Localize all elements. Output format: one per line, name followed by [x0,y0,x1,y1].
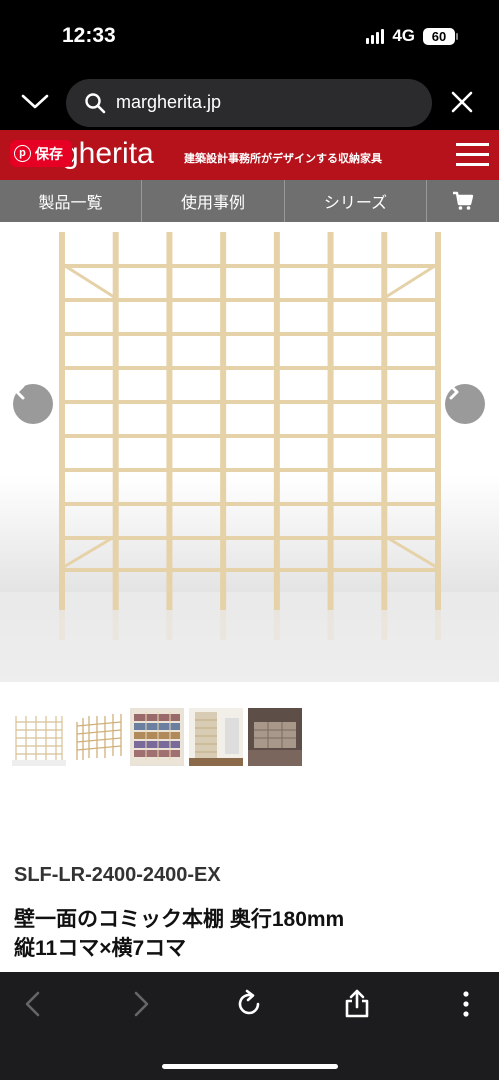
nav-cases[interactable]: 使用事例 [142,180,285,222]
pinterest-icon: p [14,145,31,162]
product-info: SLF-LR-2400-2400-EX 壁一面のコミック本棚 奥行180mm 縦… [0,682,499,972]
browser-toolbar [0,972,499,1080]
address-field[interactable]: margherita.jp [66,79,432,127]
chevron-down-icon[interactable] [20,86,50,116]
carousel-prev-button[interactable] [13,384,53,424]
battery-icon: 60 [423,27,458,45]
home-indicator [162,1064,338,1069]
bookshelf-image [0,232,499,682]
status-indicators: 4G 60 [366,26,458,46]
thumbnail-5[interactable] [248,708,302,766]
network-type: 4G [392,26,415,45]
thumbnail-3[interactable] [130,708,184,766]
site-header: gherita p 保存 建築設計事務所がデザインする収納家具 [0,130,499,180]
more-icon[interactable] [450,988,482,1020]
thumbnail-strip [12,708,302,766]
menu-icon[interactable] [456,143,489,167]
product-title-line1: 壁一面のコミック本棚 奥行180mm [14,908,345,931]
product-title-line2: 縦11コマ×横7コマ [14,937,187,960]
product-sku: SLF-LR-2400-2400-EX [14,864,221,886]
nav-cart[interactable] [427,180,499,222]
arrow-left-icon [15,384,25,400]
cart-icon [453,191,474,210]
pin-label: 保存 [35,145,63,162]
product-image-carousel[interactable] [0,222,499,682]
search-icon [85,93,106,114]
site-nav: 製品一覧 使用事例 シリーズ [0,180,499,222]
forward-icon[interactable] [124,988,156,1020]
product-title: 壁一面のコミック本棚 奥行180mm 縦11コマ×横7コマ [14,905,344,963]
carousel-next-button[interactable] [445,384,485,424]
site-tagline: 建築設計事務所がデザインする収納家具 [184,153,382,165]
browser-url-bar: margherita.jp [0,76,499,130]
arrow-right-icon [449,384,459,400]
nav-series[interactable]: シリーズ [285,180,427,222]
site-logo[interactable]: gherita [62,137,154,171]
pinterest-save-button[interactable]: p 保存 [10,140,72,167]
thumbnail-4[interactable] [189,708,243,766]
status-bar: 12:33 4G 60 [0,0,499,76]
thumbnail-1[interactable] [12,708,66,766]
thumbnail-2[interactable] [71,708,125,766]
url-text: margherita.jp [116,92,222,112]
signal-icon [366,28,385,44]
reload-icon[interactable] [233,988,265,1020]
close-icon[interactable] [448,88,476,116]
status-time: 12:33 [62,24,116,47]
back-icon[interactable] [18,988,50,1020]
battery-level: 60 [431,28,447,44]
share-icon[interactable] [341,988,373,1020]
nav-products[interactable]: 製品一覧 [0,180,142,222]
